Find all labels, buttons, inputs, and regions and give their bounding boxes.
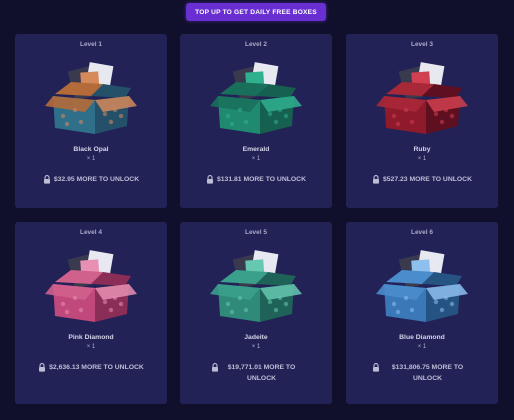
box-pattern-dot bbox=[243, 307, 249, 313]
box-name: Pink Diamond bbox=[68, 334, 114, 341]
unlock-status: $131,806.75 MORE TO UNLOCK bbox=[372, 362, 472, 384]
box-name: Black Opal bbox=[73, 146, 109, 153]
box-pattern-dot bbox=[225, 113, 231, 119]
box-illustration bbox=[376, 250, 468, 322]
box-level-label: Level 6 bbox=[410, 229, 434, 236]
box-pattern-dot bbox=[391, 301, 397, 307]
unlock-text: $131,806.75 MORE TO UNLOCK bbox=[391, 364, 464, 382]
box-pattern-dot bbox=[449, 301, 455, 307]
box-quantity: × 1 bbox=[417, 344, 427, 350]
box-card-level-2[interactable]: Level 2 Emerald × 1 $131.81 MORE TO UNLO… bbox=[180, 34, 332, 208]
box-illustration bbox=[45, 250, 137, 322]
box-pattern-dot bbox=[108, 119, 114, 125]
box-pattern-dot bbox=[283, 301, 289, 307]
box-level-label: Level 5 bbox=[244, 229, 268, 236]
box-illustration bbox=[210, 62, 302, 134]
box-pattern-dot bbox=[60, 113, 66, 119]
box-pattern-dot bbox=[409, 119, 415, 125]
box-pattern-dot bbox=[243, 119, 249, 125]
box-card-level-1[interactable]: Level 1 Black Opal × 1 $32.95 MORE TO UN… bbox=[15, 34, 167, 208]
unlock-text: $2,636.13 MORE TO UNLOCK bbox=[49, 364, 144, 371]
box-pattern-dot bbox=[64, 309, 70, 315]
box-illustration bbox=[45, 62, 137, 134]
box-card-level-3[interactable]: Level 3 Ruby × 1 $527.23 MORE TO UNLOCK bbox=[346, 34, 498, 208]
box-pattern-dot bbox=[283, 113, 289, 119]
top-up-button[interactable]: TOP UP TO GET DAILY FREE BOXES bbox=[186, 3, 326, 21]
box-pattern-dot bbox=[403, 295, 409, 301]
box-pattern-dot bbox=[102, 111, 108, 117]
box-pattern-dot bbox=[60, 301, 66, 307]
box-pattern-dot bbox=[229, 309, 235, 315]
box-quantity: × 1 bbox=[251, 156, 261, 162]
box-pattern-dot bbox=[439, 119, 445, 125]
box-pattern-dot bbox=[433, 299, 439, 305]
box-level-label: Level 4 bbox=[79, 229, 103, 236]
lock-icon bbox=[212, 363, 218, 372]
box-name: Blue Diamond bbox=[399, 334, 445, 341]
unlock-status: $131.81 MORE TO UNLOCK bbox=[196, 174, 316, 185]
box-pattern-dot bbox=[64, 121, 70, 127]
box-pattern-dot bbox=[237, 295, 243, 301]
unlock-text: $527.23 MORE TO UNLOCK bbox=[382, 176, 472, 183]
box-quantity: × 1 bbox=[86, 156, 96, 162]
box-pattern-dot bbox=[229, 121, 235, 127]
unlock-status: $2,636.13 MORE TO UNLOCK bbox=[31, 362, 151, 373]
box-pattern-dot bbox=[225, 301, 231, 307]
box-pattern-dot bbox=[72, 295, 78, 301]
lock-icon bbox=[372, 175, 379, 184]
box-pattern-dot bbox=[443, 107, 449, 113]
box-illustration bbox=[210, 250, 302, 322]
box-name: Ruby bbox=[413, 146, 431, 153]
box-quantity: × 1 bbox=[417, 156, 427, 162]
box-pattern-dot bbox=[443, 295, 449, 301]
box-pattern-dot bbox=[395, 121, 401, 127]
box-pattern-dot bbox=[267, 111, 273, 117]
box-pattern-dot bbox=[439, 307, 445, 313]
box-card-level-5[interactable]: Level 5 Jadeite × 1 $19,771.01 MORE TO U… bbox=[180, 222, 332, 404]
box-quantity: × 1 bbox=[251, 344, 261, 350]
box-pattern-dot bbox=[78, 119, 84, 125]
box-pattern-dot bbox=[78, 307, 84, 313]
box-pattern-dot bbox=[277, 295, 283, 301]
box-pattern-dot bbox=[112, 295, 118, 301]
box-card-level-4[interactable]: Level 4 Pink Diamond × 1 $2,636.13 MORE … bbox=[15, 222, 167, 404]
box-pattern-dot bbox=[395, 309, 401, 315]
box-pattern-dot bbox=[118, 301, 124, 307]
box-pattern-dot bbox=[391, 113, 397, 119]
lock-icon bbox=[39, 363, 46, 372]
box-pattern-dot bbox=[433, 111, 439, 117]
box-pattern-dot bbox=[449, 113, 455, 119]
box-pattern-dot bbox=[108, 307, 114, 313]
box-pattern-dot bbox=[267, 299, 273, 305]
lock-icon bbox=[373, 363, 379, 372]
box-pattern-dot bbox=[118, 113, 124, 119]
box-pattern-dot bbox=[273, 119, 279, 125]
box-level-label: Level 1 bbox=[79, 41, 103, 48]
box-level-label: Level 2 bbox=[244, 41, 268, 48]
unlock-text: $32.95 MORE TO UNLOCK bbox=[53, 176, 140, 183]
lock-icon bbox=[43, 175, 50, 184]
box-illustration bbox=[376, 62, 468, 134]
lock-icon bbox=[206, 175, 213, 184]
box-pattern-dot bbox=[72, 107, 78, 113]
box-name: Emerald bbox=[242, 146, 270, 153]
box-pattern-dot bbox=[102, 299, 108, 305]
box-pattern-dot bbox=[237, 107, 243, 113]
box-pattern-dot bbox=[277, 107, 283, 113]
box-pattern-dot bbox=[403, 107, 409, 113]
unlock-text: $19,771.01 MORE TO UNLOCK bbox=[227, 364, 296, 382]
box-level-label: Level 3 bbox=[410, 41, 434, 48]
box-quantity: × 1 bbox=[86, 344, 96, 350]
unlock-status: $32.95 MORE TO UNLOCK bbox=[31, 174, 151, 185]
box-name: Jadeite bbox=[244, 334, 268, 341]
unlock-status: $19,771.01 MORE TO UNLOCK bbox=[211, 362, 301, 384]
box-pattern-dot bbox=[409, 307, 415, 313]
unlock-text: $131.81 MORE TO UNLOCK bbox=[216, 176, 306, 183]
box-pattern-dot bbox=[112, 107, 118, 113]
box-pattern-dot bbox=[273, 307, 279, 313]
box-card-level-6[interactable]: Level 6 Blue Diamond × 1 $131,806.75 MOR… bbox=[346, 222, 498, 404]
unlock-status: $527.23 MORE TO UNLOCK bbox=[362, 174, 482, 185]
